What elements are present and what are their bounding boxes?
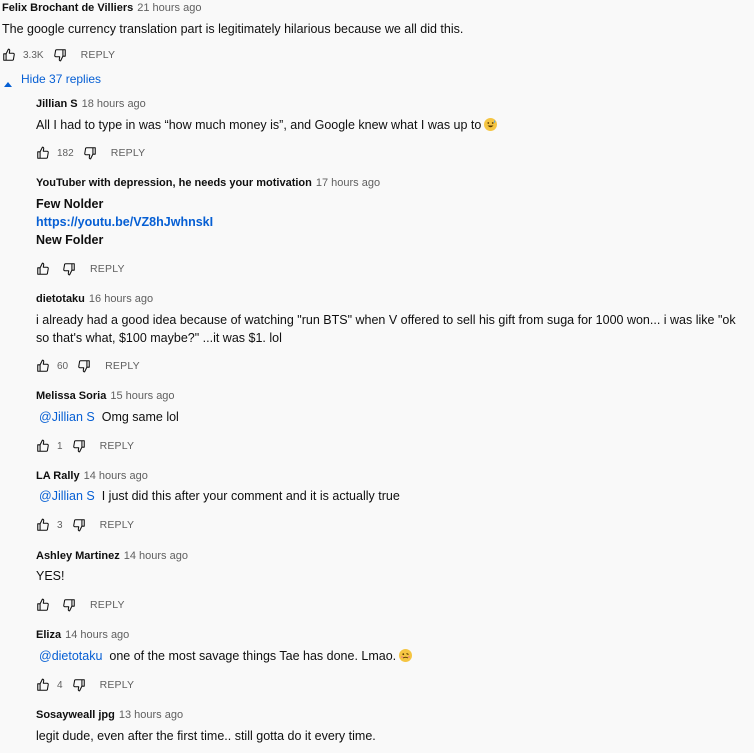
thumbs-up-icon[interactable]: [36, 262, 50, 276]
comment-actions: 60 REPLY: [36, 358, 140, 374]
timestamp[interactable]: 14 hours ago: [65, 629, 129, 641]
like-count: 1: [57, 440, 63, 452]
timestamp[interactable]: 17 hours ago: [316, 177, 380, 189]
thumbs-up-icon[interactable]: [36, 518, 50, 532]
hide-replies-label: Hide 37 replies: [21, 72, 102, 86]
author-name[interactable]: Sosayweall jpg: [36, 709, 115, 721]
comment-text-body: Omg same lol: [101, 410, 179, 424]
comment-header: Felix Brochant de Villiers 21 hours ago: [2, 2, 201, 15]
comment-text-body: I just did this after your comment and i…: [101, 489, 400, 503]
comment-text: @Jillian S Omg same lol: [39, 408, 179, 426]
timestamp[interactable]: 21 hours ago: [137, 2, 201, 14]
like-count: 3.3K: [23, 49, 44, 61]
thumbs-down-icon[interactable]: [83, 146, 97, 160]
comment-text: The google currency translation part is …: [2, 22, 464, 36]
reply-button[interactable]: REPLY: [90, 263, 125, 275]
like-count: 182: [57, 147, 74, 159]
like-count: 3: [57, 519, 63, 531]
timestamp[interactable]: 14 hours ago: [84, 470, 148, 482]
thumbs-up-icon[interactable]: [36, 439, 50, 453]
mention-link[interactable]: @Jillian S: [39, 489, 95, 503]
author-name[interactable]: Melissa Soria: [36, 390, 106, 402]
timestamp[interactable]: 18 hours ago: [82, 98, 146, 110]
comment-actions: 3.3K REPLY: [2, 47, 115, 63]
author-name[interactable]: dietotaku: [36, 293, 85, 305]
comment-header: Jillian S 18 hours ago: [36, 98, 146, 111]
comment-header: Eliza 14 hours ago: [36, 629, 129, 642]
like-count: 4: [57, 679, 63, 691]
comment-actions: 3 REPLY: [36, 517, 134, 533]
comment-actions: REPLY: [36, 261, 125, 277]
timestamp[interactable]: 13 hours ago: [119, 709, 183, 721]
reply-button[interactable]: REPLY: [111, 147, 146, 159]
thumbs-down-icon[interactable]: [77, 359, 91, 373]
like-count: 60: [57, 360, 69, 372]
comment-text-line: Few Nolder: [36, 197, 104, 211]
comment-text: All I had to type in was “how much money…: [36, 116, 498, 134]
comment-header: Sosayweall jpg 13 hours ago: [36, 709, 183, 722]
thumbs-up-icon[interactable]: [36, 146, 50, 160]
timestamp[interactable]: 14 hours ago: [124, 550, 188, 562]
thumbs-down-icon[interactable]: [72, 518, 86, 532]
comment-actions: 182 REPLY: [36, 145, 145, 161]
comment-text: i already had a good idea because of wat…: [36, 313, 736, 345]
hide-replies-button[interactable]: Hide 37 replies: [4, 72, 102, 87]
reply-button[interactable]: REPLY: [90, 599, 125, 611]
comment-text: @dietotaku one of the most savage things…: [39, 647, 413, 665]
comment-text-body: one of the most savage things Tae has do…: [109, 649, 397, 663]
thumbs-down-icon[interactable]: [72, 439, 86, 453]
thumbs-down-icon[interactable]: [62, 262, 76, 276]
timestamp[interactable]: 16 hours ago: [89, 293, 153, 305]
timestamp[interactable]: 15 hours ago: [110, 390, 174, 402]
reply-button[interactable]: REPLY: [100, 679, 135, 691]
comment-header: LA Rally 14 hours ago: [36, 470, 148, 483]
grinning-sweat-emoji: [484, 118, 498, 131]
author-name[interactable]: Jillian S: [36, 98, 78, 110]
comment-header: YouTuber with depression, he needs your …: [36, 177, 380, 190]
thumbs-up-icon[interactable]: [36, 678, 50, 692]
comment-header: Melissa Soria 15 hours ago: [36, 390, 175, 403]
comment-actions: REPLY: [36, 597, 125, 613]
comment-text: @Jillian S I just did this after your co…: [39, 487, 400, 505]
thumbs-down-icon[interactable]: [72, 678, 86, 692]
caret-up-icon: [4, 76, 12, 87]
thumbs-down-icon[interactable]: [53, 48, 67, 62]
author-name[interactable]: Ashley Martinez: [36, 550, 120, 562]
author-name[interactable]: Eliza: [36, 629, 61, 641]
thumbs-up-icon[interactable]: [36, 359, 50, 373]
thumbs-up-icon[interactable]: [2, 48, 16, 62]
reply-button[interactable]: REPLY: [100, 519, 135, 531]
comment-text: legit dude, even after the first time.. …: [36, 729, 376, 743]
author-name[interactable]: LA Rally: [36, 470, 80, 482]
mention-link[interactable]: @dietotaku: [39, 649, 102, 663]
comment-link[interactable]: https://youtu.be/VZ8hJwhnskI: [36, 213, 213, 231]
woozy-face-emoji: [399, 649, 413, 662]
comment-actions: 1 REPLY: [36, 438, 134, 454]
reply-button[interactable]: REPLY: [81, 49, 116, 61]
comment-text-body: All I had to type in was “how much money…: [36, 118, 482, 132]
mention-link[interactable]: @Jillian S: [39, 410, 95, 424]
thumbs-down-icon[interactable]: [62, 598, 76, 612]
comment-actions: 4 REPLY: [36, 677, 134, 693]
author-name[interactable]: Felix Brochant de Villiers: [2, 2, 133, 14]
comment-header: Ashley Martinez 14 hours ago: [36, 550, 188, 563]
comment-text-line: New Folder: [36, 233, 104, 247]
thumbs-up-icon[interactable]: [36, 598, 50, 612]
author-name[interactable]: YouTuber with depression, he needs your …: [36, 177, 312, 189]
reply-button[interactable]: REPLY: [100, 440, 135, 452]
reply-button[interactable]: REPLY: [105, 360, 140, 372]
comment-text: YES!: [36, 569, 65, 583]
comment-header: dietotaku 16 hours ago: [36, 293, 153, 306]
